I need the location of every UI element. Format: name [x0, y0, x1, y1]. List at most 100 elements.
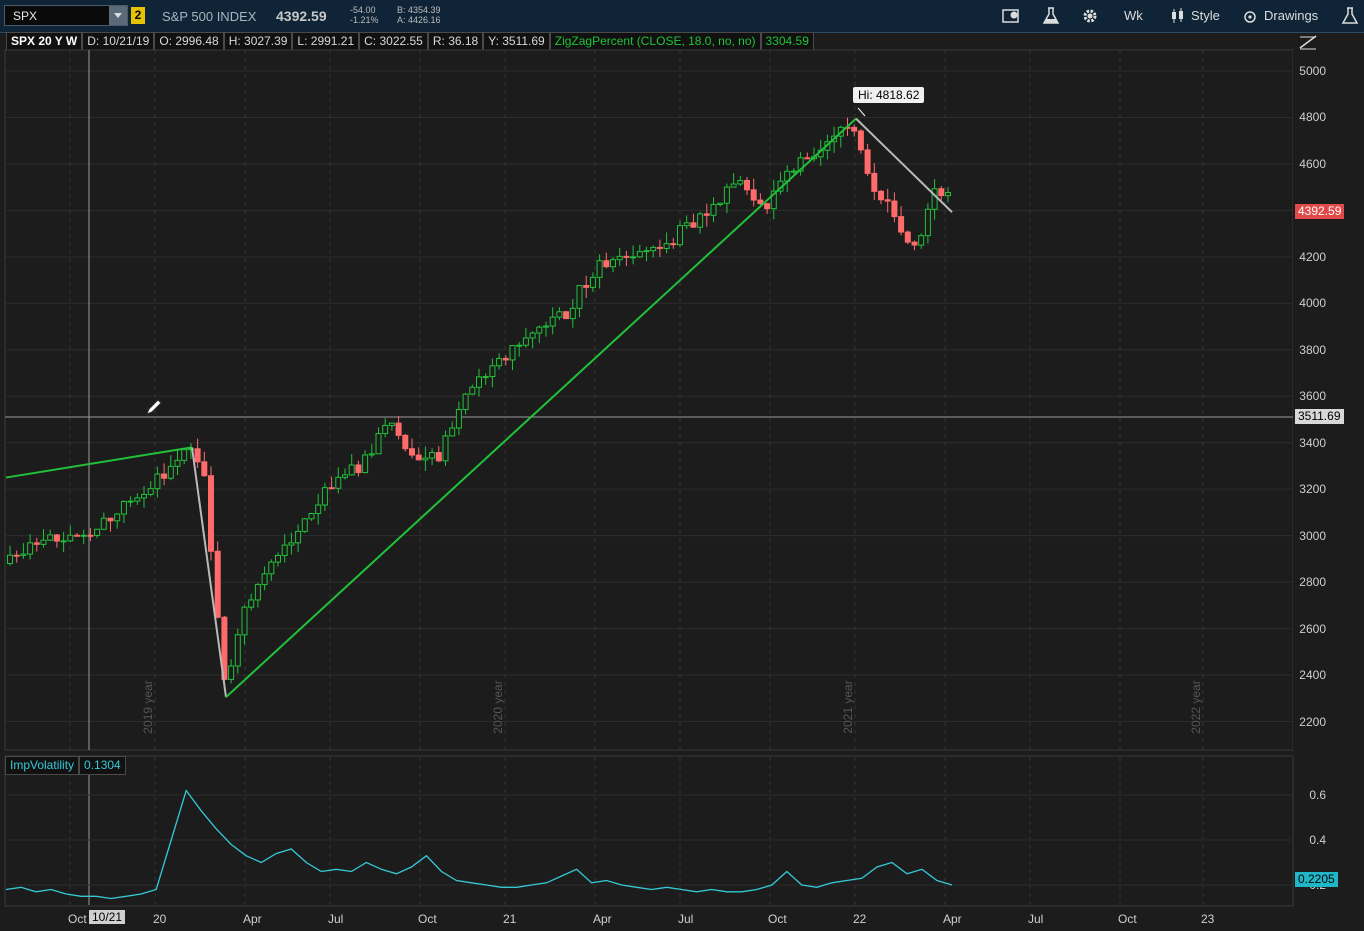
pencil-cursor-icon — [146, 399, 162, 415]
candle-body — [650, 246, 657, 252]
candle-body — [181, 449, 188, 461]
time-axis-label: Oct — [68, 912, 87, 926]
candle-body — [623, 255, 630, 258]
candle-body — [382, 424, 389, 435]
candle-body — [924, 208, 931, 237]
candle-body — [174, 459, 181, 467]
candle-body — [368, 453, 375, 456]
candle-body — [67, 534, 74, 542]
candle-body — [194, 448, 201, 463]
candle-body — [53, 534, 60, 542]
price-axis-label: 3800 — [1299, 342, 1326, 357]
price-axis-label: 3600 — [1299, 389, 1326, 404]
candle-body — [690, 222, 697, 228]
candle-body — [616, 255, 623, 261]
candle-body — [744, 179, 750, 191]
candle-body — [670, 243, 677, 246]
candle-body — [335, 476, 342, 489]
price-axis-label: 2600 — [1299, 621, 1326, 636]
candle-body — [114, 513, 121, 522]
time-axis-label: Oct — [1118, 912, 1137, 926]
cursor-price-tag: 3511.69 — [1295, 408, 1344, 424]
candle-body — [100, 517, 107, 530]
time-axis-label: Oct — [418, 912, 437, 926]
candle-body — [462, 393, 469, 411]
candle-body — [295, 530, 302, 544]
candle-body — [228, 665, 235, 680]
candle-body — [455, 409, 462, 429]
candle-body — [898, 216, 905, 233]
candle-body — [543, 325, 549, 328]
candle-body — [536, 326, 543, 334]
iv-current-tag: 0.2205 — [1295, 872, 1338, 888]
candle-body — [60, 540, 67, 543]
time-axis-label: Apr — [593, 912, 612, 926]
candle-body — [161, 473, 168, 479]
candle-body — [871, 172, 878, 192]
candle-body — [549, 316, 556, 327]
candle-body — [945, 192, 951, 197]
candle-body — [509, 345, 516, 361]
candle-body — [656, 246, 663, 249]
candle-body — [134, 497, 141, 502]
candle-body — [710, 204, 717, 216]
year-watermark: 2020 year — [491, 680, 505, 734]
candle-body — [663, 243, 670, 249]
candle-body — [362, 454, 369, 474]
candle-body — [476, 376, 482, 388]
candle-body — [449, 427, 456, 437]
candle-body — [268, 561, 275, 575]
time-axis-label: 20 — [153, 912, 167, 926]
candle-body — [610, 259, 616, 268]
candle-body — [851, 126, 858, 132]
candle-body — [395, 422, 402, 436]
price-axis-label: 3200 — [1299, 482, 1326, 497]
time-axis-label: 23 — [1201, 912, 1215, 926]
candle-body — [596, 260, 603, 278]
candle-body — [415, 454, 422, 461]
candle-body — [321, 487, 328, 506]
candle-body — [469, 386, 476, 395]
year-watermark: 2021 year — [841, 680, 855, 734]
candle-body — [315, 504, 322, 514]
iv-label[interactable]: ImpVolatility — [5, 756, 80, 775]
candle-body — [301, 518, 308, 532]
candle-body — [630, 256, 637, 259]
candle-body — [864, 149, 871, 174]
candle-body — [569, 307, 576, 320]
price-panel — [4, 49, 1294, 751]
time-axis-label: 21 — [503, 912, 517, 926]
price-axis-label: 3000 — [1299, 528, 1326, 543]
candle-body — [47, 534, 54, 541]
time-axis-label: Jul — [1028, 912, 1044, 926]
price-axis-label: 2400 — [1299, 668, 1326, 683]
candle-body — [717, 202, 724, 206]
price-axis-label: 4600 — [1299, 156, 1326, 171]
iv-axis-label: 0.4 — [1309, 833, 1326, 847]
price-axis-label: 2800 — [1299, 575, 1326, 590]
time-axis-label: 22 — [853, 912, 867, 926]
candle-body — [402, 434, 409, 450]
candle-body — [442, 435, 449, 462]
iv-panel — [4, 755, 1294, 907]
candle-body — [522, 337, 529, 346]
candle-body — [703, 213, 710, 216]
candle-body — [422, 457, 429, 461]
price-axis-label: 4000 — [1299, 296, 1326, 311]
candle-body — [154, 473, 161, 490]
candle-body — [87, 534, 94, 537]
price-axis-label: 3400 — [1299, 435, 1326, 450]
candle-body — [261, 573, 268, 586]
candle-body — [904, 231, 911, 243]
candle-body — [636, 251, 643, 258]
candle-body — [201, 461, 208, 477]
price-axis-label: 2200 — [1299, 714, 1326, 729]
candle-body — [683, 222, 690, 227]
candle-body — [878, 190, 884, 201]
candle-body — [74, 534, 80, 537]
price-chart[interactable] — [0, 0, 1364, 931]
candle-body — [790, 170, 797, 173]
candle-body — [388, 422, 395, 426]
candle-body — [723, 186, 730, 204]
iv-legend: ImpVolatility 0.1304 — [5, 756, 126, 775]
